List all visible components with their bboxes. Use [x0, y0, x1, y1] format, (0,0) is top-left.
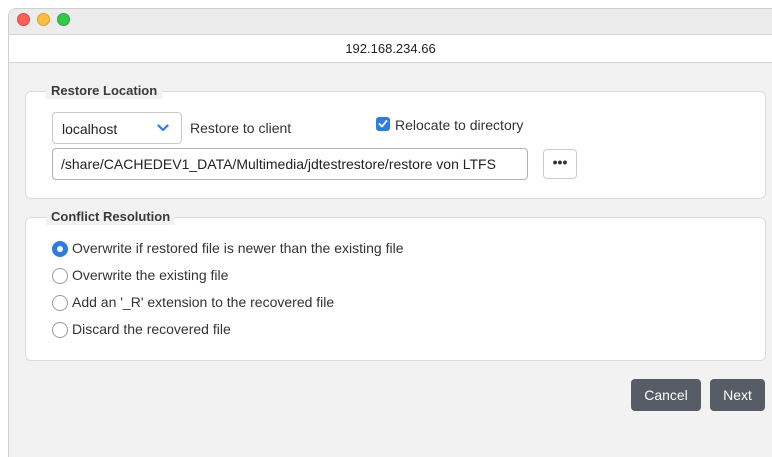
relocate-label: Relocate to directory [395, 117, 524, 133]
restore-location-group: Restore Location localhost Restore to cl… [25, 83, 766, 199]
client-select-value: localhost [62, 121, 118, 137]
restore-path-input[interactable]: /share/CACHEDEV1_DATA/Multimedia/jdtestr… [52, 148, 528, 180]
radio-button[interactable] [52, 268, 68, 284]
radio-button-selected[interactable] [52, 241, 68, 257]
radio-button[interactable] [52, 295, 68, 311]
cancel-button[interactable]: Cancel [631, 379, 701, 411]
conflict-resolution-title: Conflict Resolution [46, 209, 176, 225]
radio-button[interactable] [52, 322, 68, 338]
checkmark-icon [378, 120, 388, 128]
conflict-option-label: Add an '_R' extension to the recovered f… [72, 294, 335, 310]
conflict-option-label: Overwrite the existing file [72, 267, 229, 283]
conflict-resolution-group: Conflict Resolution Overwrite if restore… [25, 209, 766, 361]
conflict-option-label: Discard the recovered file [72, 321, 231, 337]
next-button[interactable]: Next [710, 379, 765, 411]
restore-location-title: Restore Location [46, 83, 163, 99]
zoom-window-button[interactable] [57, 13, 70, 26]
client-select[interactable]: localhost [52, 112, 182, 144]
chevron-down-icon [157, 124, 169, 132]
minimize-window-button[interactable] [37, 13, 50, 26]
dialog-window: 192.168.234.66 Restore Location localhos… [8, 8, 772, 457]
conflict-option-label: Overwrite if restored file is newer than… [72, 240, 404, 256]
relocate-checkbox[interactable] [376, 117, 390, 131]
address-bar: 192.168.234.66 [9, 34, 772, 63]
title-bar [9, 9, 772, 34]
restore-to-client-label: Restore to client [190, 120, 292, 136]
close-window-button[interactable] [17, 13, 30, 26]
browse-button[interactable]: ••• [543, 149, 577, 179]
